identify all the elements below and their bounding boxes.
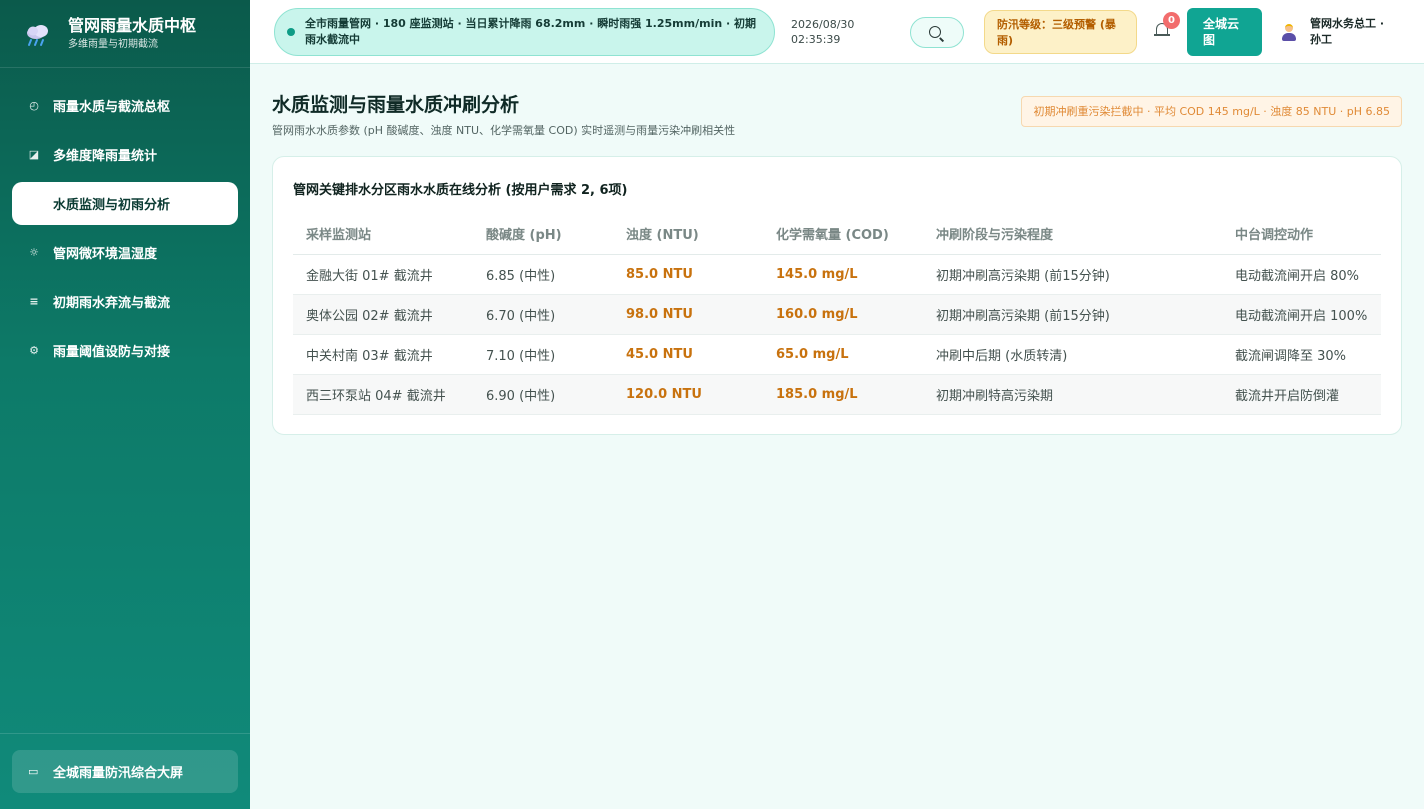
main-content: 水质监测与雨量水质冲刷分析 管网雨水水质参数 (pH 酸碱度、浊度 NTU、化学… bbox=[250, 64, 1424, 809]
big-screen-label: 全城雨量防汛综合大屏 bbox=[53, 766, 184, 781]
date-text: 2026/08/30 bbox=[791, 18, 855, 31]
sidebar-item-label: 多维度降雨量统计 bbox=[53, 149, 158, 164]
card-title: 管网关键排水分区雨水水质在线分析 (按用户需求 2, 6项) bbox=[293, 183, 628, 198]
station-cell: 金融大街 01# 截流井 bbox=[293, 254, 473, 295]
table-row[interactable]: 西三环泵站 04# 截流井 6.90 (中性) 120.0 NTU 185.0 … bbox=[293, 374, 1381, 415]
column-header: 化学需氧量 (COD) bbox=[763, 214, 923, 255]
column-header: 酸碱度 (pH) bbox=[473, 214, 613, 255]
turbidity-cell: 85.0 NTU bbox=[613, 254, 763, 295]
sidebar: 管网雨量水质中枢 多维雨量与初期截流 ◴ 雨量水质与截流总枢 ◪ 多维度降雨量统… bbox=[0, 0, 250, 809]
brand: 管网雨量水质中枢 多维雨量与初期截流 bbox=[0, 0, 250, 68]
cod-cell: 160.0 mg/L bbox=[763, 294, 923, 335]
station-cell: 西三环泵站 04# 截流井 bbox=[293, 374, 473, 415]
table-header-row: 采样监测站 酸碱度 (pH) 浊度 (NTU) 化学需氧量 (COD) 冲刷阶段… bbox=[293, 214, 1381, 255]
brand-title: 管网雨量水质中枢 bbox=[68, 15, 197, 35]
column-header: 冲刷阶段与污染程度 bbox=[923, 214, 1222, 255]
cod-cell: 185.0 mg/L bbox=[763, 374, 923, 415]
ph-cell: 6.85 (中性) bbox=[473, 254, 613, 295]
page-title: 水质监测与雨量水质冲刷分析 bbox=[272, 94, 520, 116]
sidebar-item-rainfall-stats[interactable]: ◪ 多维度降雨量统计 bbox=[12, 133, 238, 176]
turbidity-cell: 45.0 NTU bbox=[613, 334, 763, 375]
sidebar-item-temperature-humidity[interactable]: ☼ 管网微环境温湿度 bbox=[12, 231, 238, 274]
flush-stage-cell: 初期冲刷特高污染期 bbox=[923, 374, 1222, 415]
table-row[interactable]: 奥体公园 02# 截流井 6.70 (中性) 98.0 NTU 160.0 mg… bbox=[293, 294, 1381, 335]
turbidity-cell: 98.0 NTU bbox=[613, 294, 763, 335]
sidebar-item-label: 初期雨水弃流与截流 bbox=[53, 296, 171, 311]
sliders-icon: ≡ bbox=[29, 294, 39, 308]
sidebar-item-water-quality[interactable]: ◉ 水质监测与初雨分析 bbox=[12, 182, 238, 225]
table-row[interactable]: 中关村南 03# 截流井 7.10 (中性) 45.0 NTU 65.0 mg/… bbox=[293, 334, 1381, 375]
alert-level-badge: 防汛等级：三级预警 (暴雨) bbox=[984, 10, 1137, 54]
column-header: 中台调控动作 bbox=[1222, 214, 1381, 255]
cod-cell: 65.0 mg/L bbox=[763, 334, 923, 375]
brand-subtitle: 多维雨量与初期截流 bbox=[68, 38, 158, 50]
column-header: 浊度 (NTU) bbox=[613, 214, 763, 255]
sun-icon: ☼ bbox=[29, 245, 39, 259]
rain-cloud-icon bbox=[24, 20, 52, 48]
turbidity-cell: 120.0 NTU bbox=[613, 374, 763, 415]
sidebar-item-label: 雨量水质与截流总枢 bbox=[53, 100, 171, 115]
city-cloud-button[interactable]: 全城云图 bbox=[1187, 8, 1262, 56]
page-subtitle: 管网雨水水质参数 (pH 酸碱度、浊度 NTU、化学需氧量 COD) 实时遥测与… bbox=[272, 124, 736, 137]
avatar bbox=[1280, 23, 1298, 41]
gear-icon: ⚙ bbox=[29, 343, 39, 357]
user-profile[interactable]: 管网水务总工 · 孙工 bbox=[1280, 16, 1396, 48]
ph-cell: 6.70 (中性) bbox=[473, 294, 613, 335]
control-action-cell: 截流闸调降至 30% bbox=[1222, 334, 1381, 375]
top-header: 全市雨量管网 · 180 座监测站 · 当日累计降雨 68.2mm · 瞬时雨强… bbox=[250, 0, 1424, 64]
sidebar-item-overview[interactable]: ◴ 雨量水质与截流总枢 bbox=[12, 84, 238, 127]
control-action-cell: 截流井开启防倒灌 bbox=[1222, 374, 1381, 415]
ph-cell: 7.10 (中性) bbox=[473, 334, 613, 375]
sidebar-item-label: 管网微环境温湿度 bbox=[53, 247, 158, 262]
monitor-icon: ▭ bbox=[28, 765, 39, 778]
live-dot-icon bbox=[287, 28, 295, 36]
time-text: 02:35:39 bbox=[791, 33, 841, 46]
datetime: 2026/08/30 02:35:39 bbox=[791, 17, 854, 47]
control-action-cell: 电动截流闸开启 100% bbox=[1222, 294, 1381, 335]
flush-stage-cell: 冲刷中后期 (水质转清) bbox=[923, 334, 1222, 375]
sidebar-item-threshold[interactable]: ⚙ 雨量阈值设防与对接 bbox=[12, 329, 238, 372]
search-button[interactable] bbox=[910, 17, 964, 48]
flush-stage-cell: 初期冲刷高污染期 (前15分钟) bbox=[923, 254, 1222, 295]
flush-stage-cell: 初期冲刷高污染期 (前15分钟) bbox=[923, 294, 1222, 335]
notification-count: 0 bbox=[1163, 12, 1180, 29]
ticker-text: 全市雨量管网 · 180 座监测站 · 当日累计降雨 68.2mm · 瞬时雨强… bbox=[305, 17, 757, 46]
user-name: 管网水务总工 · 孙工 bbox=[1310, 17, 1385, 46]
search-icon bbox=[929, 26, 941, 38]
status-ticker: 全市雨量管网 · 180 座监测站 · 当日累计降雨 68.2mm · 瞬时雨强… bbox=[274, 8, 775, 56]
pollution-notice: 初期冲刷重污染拦截中 · 平均 COD 145 mg/L · 浊度 85 NTU… bbox=[1021, 96, 1402, 127]
ph-cell: 6.90 (中性) bbox=[473, 374, 613, 415]
water-quality-card: 管网关键排水分区雨水水质在线分析 (按用户需求 2, 6项) 采样监测站 酸碱度… bbox=[272, 156, 1402, 435]
big-screen-button[interactable]: ▭ 全城雨量防汛综合大屏 bbox=[12, 750, 238, 793]
cod-cell: 145.0 mg/L bbox=[763, 254, 923, 295]
sidebar-item-label: 雨量阈值设防与对接 bbox=[53, 345, 171, 360]
sidebar-nav: ◴ 雨量水质与截流总枢 ◪ 多维度降雨量统计 ◉ 水质监测与初雨分析 ☼ 管网微… bbox=[0, 68, 250, 372]
station-cell: 中关村南 03# 截流井 bbox=[293, 334, 473, 375]
table-row[interactable]: 金融大街 01# 截流井 6.85 (中性) 85.0 NTU 145.0 mg… bbox=[293, 254, 1381, 295]
sidebar-item-label: 水质监测与初雨分析 bbox=[53, 198, 171, 213]
water-quality-table: 采样监测站 酸碱度 (pH) 浊度 (NTU) 化学需氧量 (COD) 冲刷阶段… bbox=[293, 214, 1381, 415]
chart-icon: ◪ bbox=[28, 147, 40, 161]
control-action-cell: 电动截流闸开启 80% bbox=[1222, 254, 1381, 295]
sidebar-item-interception[interactable]: ≡ 初期雨水弃流与截流 bbox=[12, 280, 238, 323]
sidebar-footer: ▭ 全城雨量防汛综合大屏 bbox=[0, 733, 250, 809]
gauge-icon: ◴ bbox=[29, 98, 39, 112]
station-cell: 奥体公园 02# 截流井 bbox=[293, 294, 473, 335]
column-header: 采样监测站 bbox=[293, 214, 473, 255]
